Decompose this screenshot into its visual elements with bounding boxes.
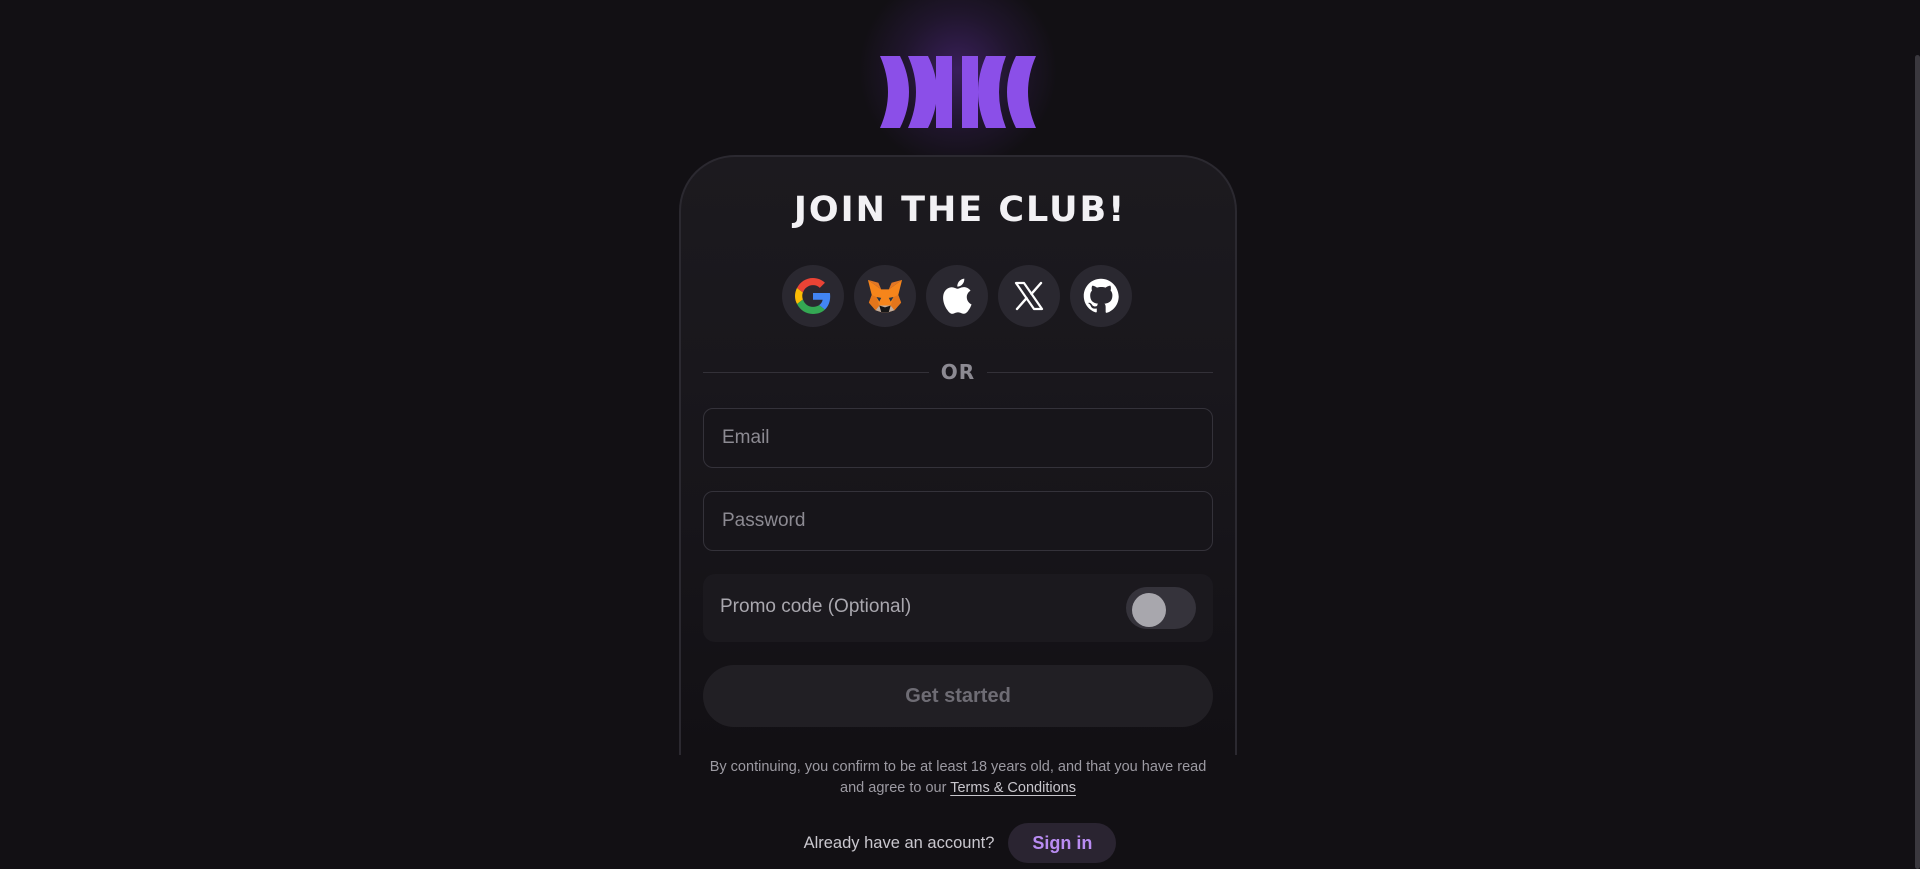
email-input[interactable] xyxy=(703,408,1213,468)
x-login-button[interactable] xyxy=(998,265,1060,327)
promo-code-label: Promo code (Optional) xyxy=(720,596,912,617)
social-login-row xyxy=(782,265,1132,327)
legal-notice: By continuing, you confirm to be at leas… xyxy=(703,757,1213,799)
apple-login-button[interactable] xyxy=(926,265,988,327)
metamask-login-button[interactable] xyxy=(854,265,916,327)
signin-row: Already have an account? Sign in xyxy=(0,823,1920,863)
signin-question: Already have an account? xyxy=(803,833,995,852)
metamask-fox-icon xyxy=(867,279,903,313)
apple-icon xyxy=(943,278,972,314)
google-login-button[interactable] xyxy=(782,265,844,327)
github-icon xyxy=(1083,278,1119,313)
club-logo-icon xyxy=(880,56,1036,128)
google-icon xyxy=(795,278,831,314)
sign-in-button[interactable]: Sign in xyxy=(1008,823,1117,863)
scrollbar-thumb[interactable] xyxy=(1915,55,1920,869)
x-icon xyxy=(1014,281,1044,311)
signup-page: JOIN THE CLUB! OR Email Promo code (Opti… xyxy=(0,0,1920,869)
divider-line-right xyxy=(987,372,1213,373)
page-scrollbar[interactable] xyxy=(1914,0,1920,869)
promo-code-toggle[interactable] xyxy=(1126,587,1196,629)
promo-code-row: Promo code (Optional) xyxy=(703,574,1213,642)
terms-link[interactable]: Terms & Conditions xyxy=(950,780,1076,796)
or-divider: OR xyxy=(703,360,1213,384)
get-started-button[interactable]: Get started xyxy=(703,665,1213,727)
github-login-button[interactable] xyxy=(1070,265,1132,327)
toggle-knob xyxy=(1132,593,1166,627)
page-title: JOIN THE CLUB! xyxy=(793,190,1127,230)
password-input[interactable] xyxy=(703,491,1213,551)
